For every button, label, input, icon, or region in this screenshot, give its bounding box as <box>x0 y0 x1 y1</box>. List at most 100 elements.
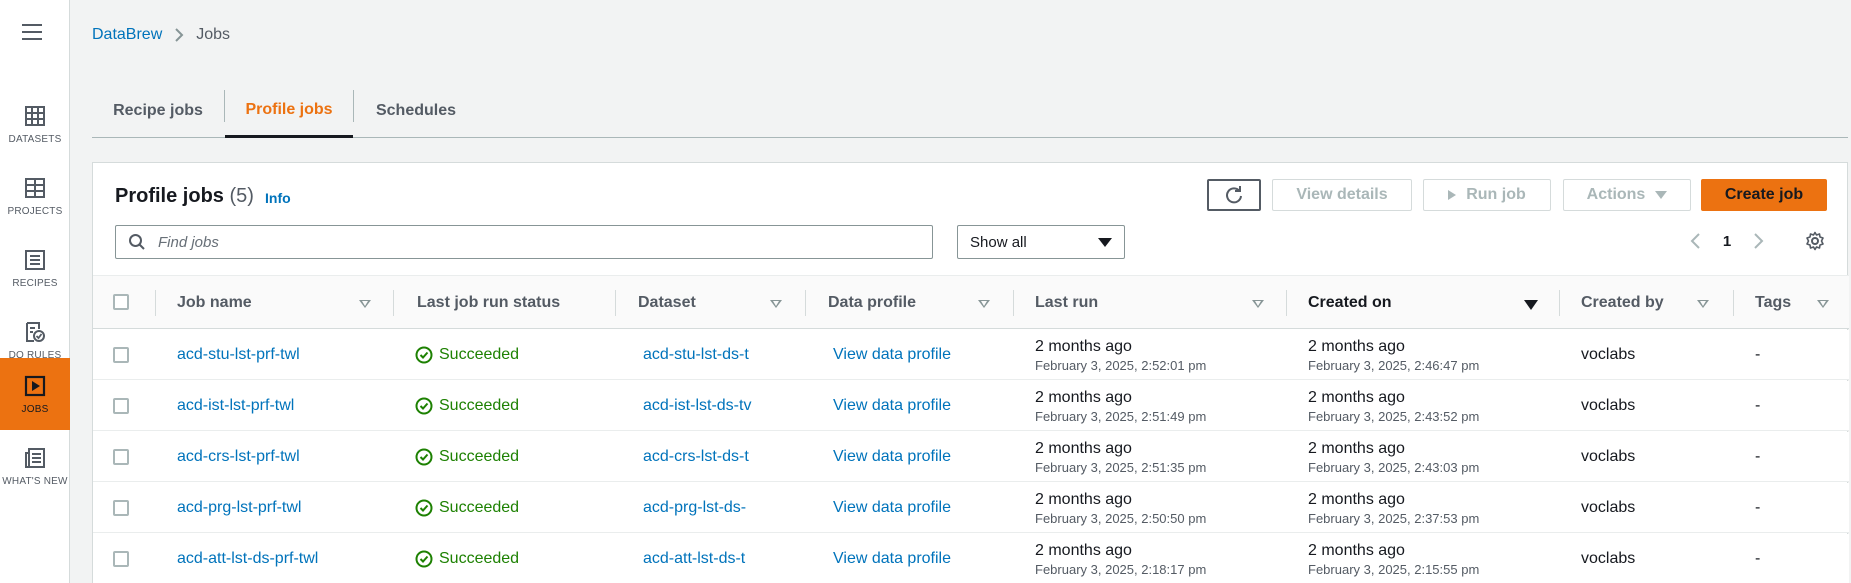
rail-item-label: RECIPES <box>12 277 58 289</box>
last-run-date: February 3, 2025, 2:51:35 pm <box>1035 459 1207 475</box>
view-data-profile-link[interactable]: View data profile <box>833 397 1009 415</box>
play-icon <box>24 375 46 396</box>
rail-item-label: PROJECTS <box>7 205 63 217</box>
table-row[interactable]: acd-att-lst-ds-prf-twl Succeeded acd-att… <box>93 534 1849 583</box>
list-icon <box>25 249 45 270</box>
tags-value: - <box>1755 499 1761 516</box>
rail-item-projects[interactable]: PROJECTS <box>0 160 70 232</box>
actions-dropdown[interactable]: Actions <box>1563 179 1691 211</box>
sort-icon[interactable] <box>1817 300 1829 308</box>
last-run-date: February 3, 2025, 2:51:49 pm <box>1035 408 1207 424</box>
sort-icon[interactable] <box>359 300 371 308</box>
success-check-icon <box>415 550 433 568</box>
rail-item-whats-new[interactable]: WHAT'S NEW <box>0 430 70 502</box>
create-job-button[interactable]: Create job <box>1701 179 1827 211</box>
column-header-last-run[interactable]: Last run <box>1035 276 1098 330</box>
created-on-date: February 3, 2025, 2:37:53 pm <box>1308 510 1480 526</box>
column-header-dataset[interactable]: Dataset <box>638 276 696 330</box>
dataset-link[interactable]: acd-prg-lst-ds- <box>643 499 753 517</box>
filter-select[interactable]: Show all <box>957 225 1125 259</box>
row-checkbox[interactable] <box>113 398 129 414</box>
chevron-right-icon <box>175 28 184 42</box>
column-header-job-name[interactable]: Job name <box>177 276 252 330</box>
page-number[interactable]: 1 <box>1715 229 1739 253</box>
status-badge: Succeeded <box>415 397 611 415</box>
gear-icon <box>1806 231 1824 251</box>
preferences-button[interactable] <box>1803 229 1827 253</box>
column-header-created-by[interactable]: Created by <box>1581 276 1664 330</box>
column-header-data-profile[interactable]: Data profile <box>828 276 916 330</box>
sort-icon[interactable] <box>770 300 782 308</box>
column-divider <box>615 290 616 316</box>
caret-down-icon <box>1655 191 1668 199</box>
last-run-relative: 2 months ago <box>1035 337 1132 355</box>
profile-jobs-panel: Profile jobs (5) Info View details Run j… <box>92 162 1849 583</box>
last-run-relative: 2 months ago <box>1035 490 1132 508</box>
column-header-created-on[interactable]: Created on <box>1308 276 1392 330</box>
sort-icon[interactable] <box>1252 300 1264 308</box>
caret-down-icon <box>1098 237 1112 247</box>
run-job-button[interactable]: Run job <box>1423 179 1551 211</box>
job-name-link[interactable]: acd-crs-lst-prf-twl <box>177 448 387 466</box>
dataset-link[interactable]: acd-crs-lst-ds-t <box>643 448 753 466</box>
success-check-icon <box>415 448 433 466</box>
last-run-date: February 3, 2025, 2:18:17 pm <box>1035 561 1207 577</box>
breadcrumb-databrew-link[interactable]: DataBrew <box>92 26 162 44</box>
row-checkbox[interactable] <box>113 347 129 363</box>
menu-icon[interactable] <box>22 24 42 40</box>
rail-item-datasets[interactable]: DATASETS <box>0 88 70 160</box>
success-check-icon <box>415 346 433 364</box>
view-data-profile-link[interactable]: View data profile <box>833 346 1009 364</box>
last-run-relative: 2 months ago <box>1035 388 1132 406</box>
created-by: voclabs <box>1581 397 1636 414</box>
search-input[interactable]: Find jobs <box>115 225 933 259</box>
status-badge: Succeeded <box>415 346 611 364</box>
job-name-link[interactable]: acd-att-lst-ds-prf-twl <box>177 550 387 568</box>
row-checkbox[interactable] <box>113 449 129 465</box>
tags-value: - <box>1755 448 1761 465</box>
view-details-button[interactable]: View details <box>1272 179 1412 211</box>
tab-recipe-jobs[interactable]: Recipe jobs <box>92 84 224 138</box>
table-row[interactable]: acd-prg-lst-prf-twl Succeeded acd-prg-ls… <box>93 483 1849 533</box>
tab-schedules[interactable]: Schedules <box>354 84 478 138</box>
view-data-profile-link[interactable]: View data profile <box>833 550 1009 568</box>
job-name-link[interactable]: acd-stu-lst-prf-twl <box>177 346 387 364</box>
info-link[interactable]: Info <box>265 190 291 206</box>
row-checkbox[interactable] <box>113 551 129 567</box>
job-name-link[interactable]: acd-ist-lst-prf-twl <box>177 397 387 415</box>
dataset-link[interactable]: acd-ist-lst-ds-tv <box>643 397 753 415</box>
row-checkbox[interactable] <box>113 500 129 516</box>
success-check-icon <box>415 499 433 517</box>
table-row[interactable]: acd-stu-lst-prf-twl Succeeded acd-stu-ls… <box>93 330 1849 380</box>
breadcrumb: DataBrew Jobs <box>92 26 230 44</box>
play-icon <box>1448 190 1457 200</box>
rail-item-recipes[interactable]: RECIPES <box>0 232 70 304</box>
search-placeholder: Find jobs <box>158 233 219 251</box>
table-row[interactable]: acd-ist-lst-prf-twl Succeeded acd-ist-ls… <box>93 381 1849 431</box>
sort-descending-icon[interactable] <box>1524 300 1538 310</box>
dataset-link[interactable]: acd-att-lst-ds-t <box>643 550 753 568</box>
rail-item-jobs[interactable]: JOBS <box>0 358 70 430</box>
sort-icon[interactable] <box>978 300 990 308</box>
created-by: voclabs <box>1581 499 1636 516</box>
created-by: voclabs <box>1581 550 1636 567</box>
job-name-link[interactable]: acd-prg-lst-prf-twl <box>177 499 387 517</box>
table-row[interactable]: acd-crs-lst-prf-twl Succeeded acd-crs-ls… <box>93 432 1849 482</box>
created-on-relative: 2 months ago <box>1308 388 1405 406</box>
refresh-button[interactable] <box>1207 179 1261 211</box>
column-divider <box>1733 290 1734 316</box>
view-data-profile-link[interactable]: View data profile <box>833 448 1009 466</box>
column-header-tags[interactable]: Tags <box>1755 276 1791 330</box>
select-all-checkbox[interactable] <box>113 294 129 310</box>
job-count: (5) <box>229 185 254 207</box>
dataset-link[interactable]: acd-stu-lst-ds-t <box>643 346 753 364</box>
previous-page-button[interactable] <box>1685 229 1705 253</box>
created-on-date: February 3, 2025, 2:43:03 pm <box>1308 459 1480 475</box>
sort-icon[interactable] <box>1697 300 1709 308</box>
created-on-date: February 3, 2025, 2:43:52 pm <box>1308 408 1480 424</box>
tab-profile-jobs[interactable]: Profile jobs <box>225 84 353 138</box>
view-data-profile-link[interactable]: View data profile <box>833 499 1009 517</box>
status-badge: Succeeded <box>415 499 611 517</box>
next-page-button[interactable] <box>1749 229 1769 253</box>
created-by: voclabs <box>1581 346 1636 363</box>
